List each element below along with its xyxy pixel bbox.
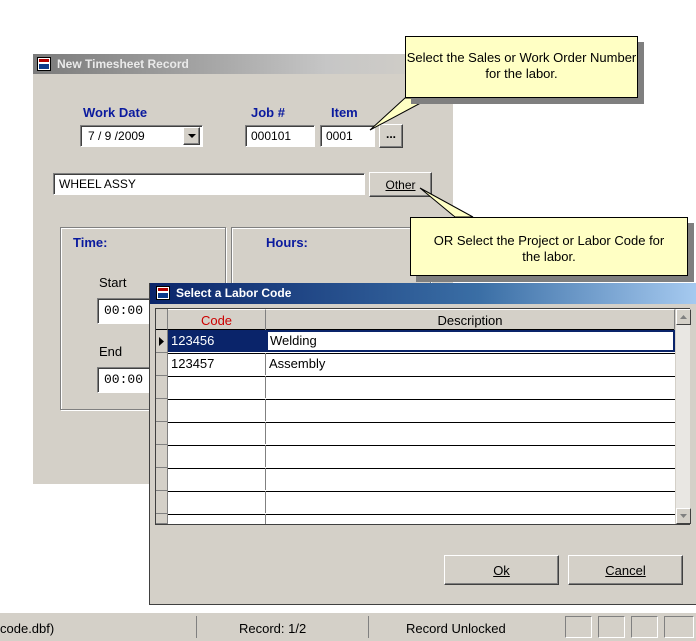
scroll-down-button[interactable]	[676, 508, 691, 524]
job-label: Job #	[251, 105, 285, 120]
hours-group-label: Hours:	[266, 235, 308, 250]
status-panel	[631, 616, 658, 638]
app-icon	[156, 286, 170, 300]
column-divider	[265, 514, 266, 524]
row-selector	[156, 399, 168, 422]
cancel-button[interactable]: Cancel	[568, 555, 683, 585]
code-cell[interactable]: 123457	[168, 353, 266, 375]
status-panel	[598, 616, 625, 638]
empty-row	[168, 399, 675, 423]
status-lock-text: Record Unlocked	[406, 621, 506, 636]
code-cell[interactable]: 123456	[168, 330, 266, 352]
row-selector[interactable]	[156, 353, 168, 376]
empty-row	[168, 445, 675, 469]
column-header-description[interactable]: Description	[266, 309, 675, 330]
labor-dialog-title: Select a Labor Code	[176, 286, 292, 300]
scroll-up-button[interactable]	[676, 309, 691, 325]
status-divider	[196, 616, 197, 638]
labor-code-grid[interactable]: Code Description 123456 Welding 123457 A…	[155, 308, 691, 525]
grid-corner	[156, 309, 168, 330]
row-selector[interactable]	[156, 330, 168, 353]
start-time-value: 00:00	[104, 303, 144, 318]
grid-header: Code Description	[168, 309, 675, 330]
row-selector	[156, 514, 168, 524]
project-labor-callout: OR Select the Project or Labor Code for …	[410, 217, 688, 276]
status-file-text: code.dbf)	[0, 621, 55, 636]
table-row[interactable]: 123456 Welding	[168, 330, 675, 354]
row-selector	[156, 468, 168, 491]
labor-code-dialog: Select a Labor Code Code Description 123…	[149, 283, 696, 605]
time-group-label: Time:	[73, 235, 108, 250]
date-dropdown-button[interactable]	[183, 127, 200, 145]
row-selector	[156, 422, 168, 445]
chevron-down-icon	[188, 134, 196, 138]
empty-row	[168, 491, 675, 515]
start-label: Start	[99, 275, 127, 290]
row-selector	[156, 376, 168, 399]
timesheet-title: New Timesheet Record	[57, 57, 189, 71]
description-field[interactable]: WHEEL ASSY	[53, 173, 365, 195]
empty-row	[168, 422, 675, 446]
arrow-up-icon	[680, 315, 687, 319]
status-divider	[368, 616, 369, 638]
job-number-field[interactable]: 000101	[245, 125, 315, 147]
ok-button[interactable]: Ok	[444, 555, 559, 585]
empty-row	[168, 468, 675, 492]
labor-dialog-titlebar[interactable]: Select a Labor Code	[150, 283, 696, 304]
arrow-down-icon	[680, 514, 687, 518]
empty-row	[168, 376, 675, 400]
work-date-value: 7 / 9 /2009	[88, 129, 145, 143]
job-number-value: 000101	[251, 129, 292, 143]
work-date-picker[interactable]: 7 / 9 /2009	[80, 125, 203, 147]
item-label: Item	[331, 105, 358, 120]
item-value: 0001	[326, 129, 353, 143]
description-value: WHEEL ASSY	[59, 177, 136, 191]
status-record-text: Record: 1/2	[239, 621, 307, 636]
row-pointer-icon	[159, 337, 164, 346]
app-icon	[37, 57, 51, 71]
end-label: End	[99, 344, 123, 359]
sales-order-callout: Select the Sales or Work Order Number fo…	[405, 36, 638, 98]
status-panel	[565, 616, 592, 638]
row-selector	[156, 445, 168, 468]
end-time-value: 00:00	[104, 372, 144, 387]
description-cell[interactable]: Assembly	[266, 353, 675, 375]
status-bar: code.dbf) Record: 1/2 Record Unlocked	[0, 612, 696, 641]
column-header-code[interactable]: Code	[168, 309, 266, 330]
work-date-label: Work Date	[83, 105, 148, 120]
row-selector	[156, 491, 168, 514]
grid-vertical-scrollbar[interactable]	[675, 309, 691, 524]
description-cell[interactable]: Welding	[266, 330, 675, 352]
table-row[interactable]: 123457 Assembly	[168, 353, 675, 377]
status-panel	[664, 616, 694, 638]
